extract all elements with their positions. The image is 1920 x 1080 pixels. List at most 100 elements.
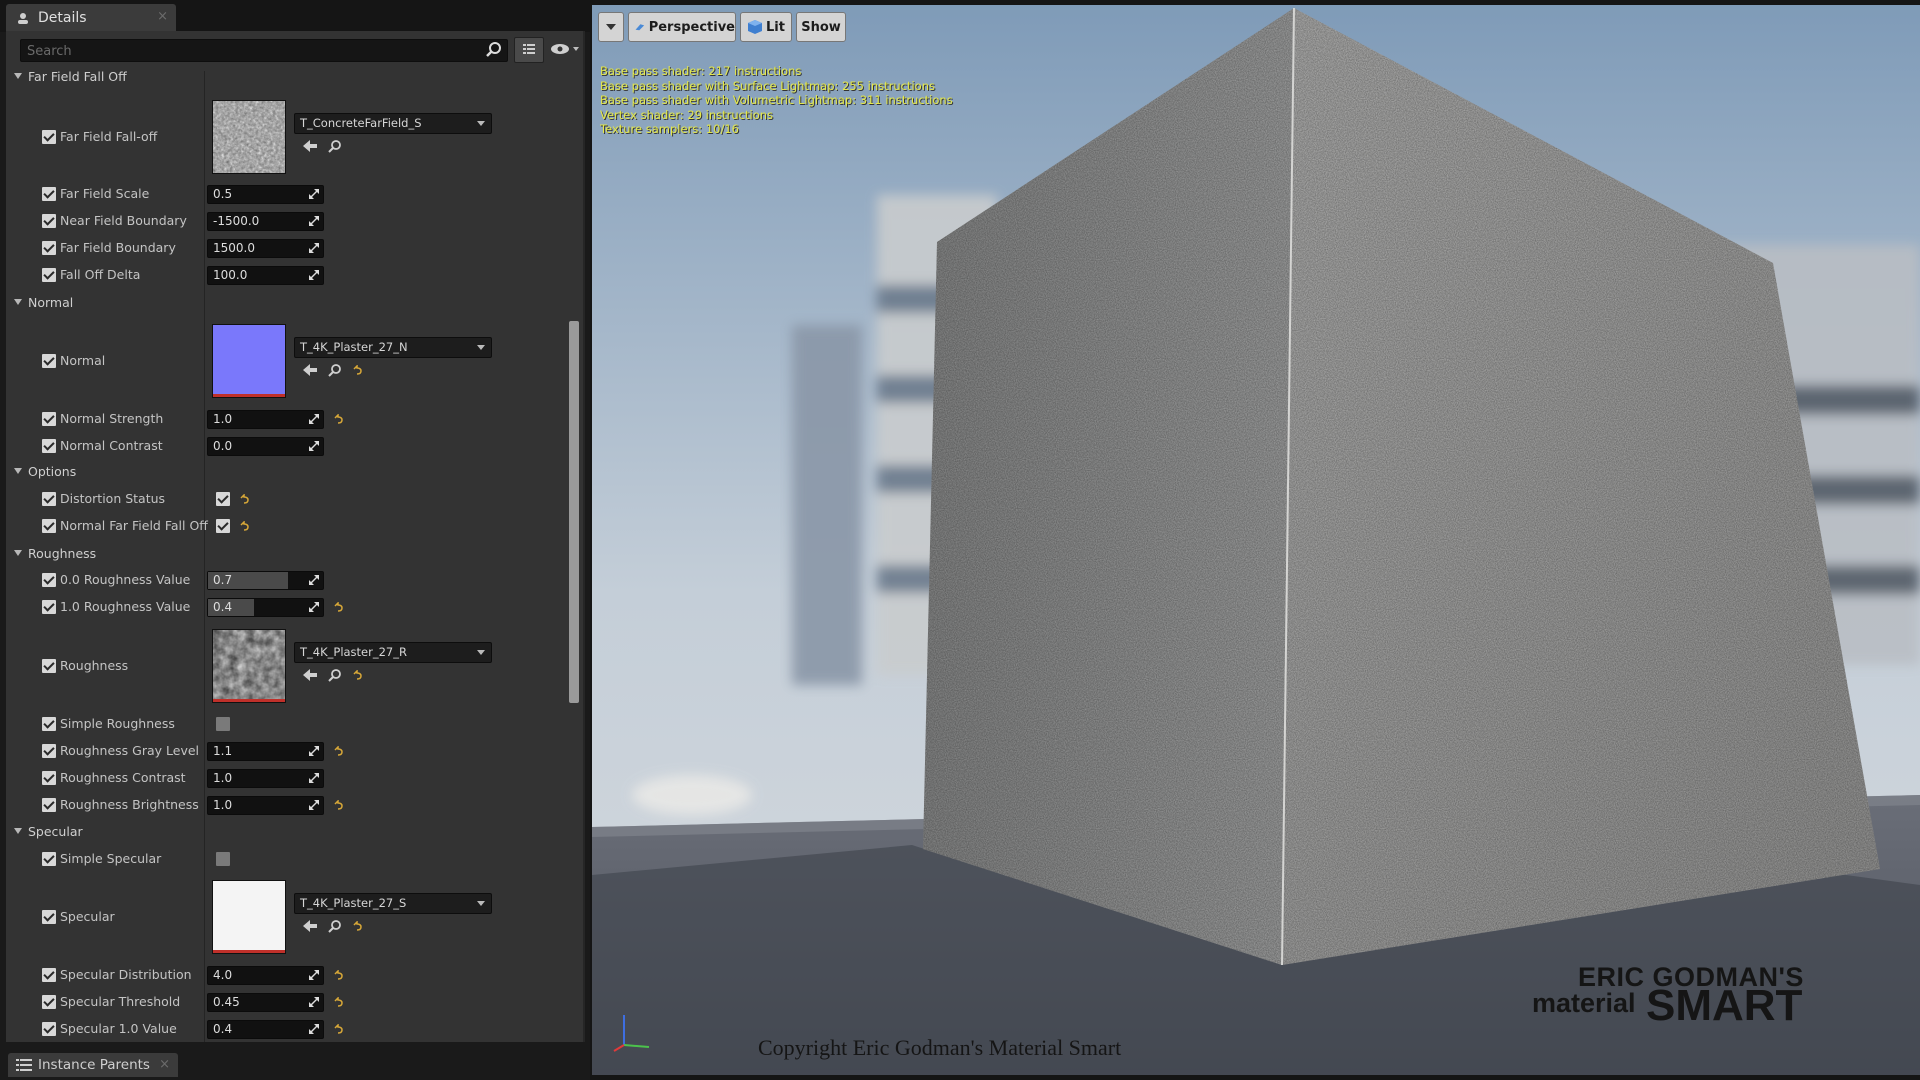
specular-threshold-field[interactable]: 0.45 (207, 993, 324, 1012)
normal-checkbox[interactable] (42, 354, 56, 368)
instance-parents-tab[interactable]: Instance Parents × (8, 1053, 178, 1077)
use-selected-asset-icon[interactable] (303, 140, 317, 152)
far-field-scale-field[interactable]: 0.5 (207, 185, 324, 204)
category-far-field-fall-off[interactable]: Far Field Fall Off (6, 65, 583, 87)
near-field-boundary-checkbox[interactable] (42, 214, 56, 228)
specular-10-value-checkbox[interactable] (42, 1022, 56, 1036)
reset-to-default-icon[interactable] (352, 365, 362, 375)
perspective-icon (635, 24, 645, 31)
normal-strength-checkbox[interactable] (42, 412, 56, 426)
roughness-gray-level-field[interactable]: 1.1 (207, 742, 324, 761)
far-field-boundary-checkbox[interactable] (42, 241, 56, 255)
far-field-boundary-field[interactable]: 1500.0 (207, 239, 324, 258)
reset-to-default-icon[interactable] (333, 746, 343, 756)
reset-to-default-icon[interactable] (352, 921, 362, 931)
far-field-scale-label: Far Field Scale (60, 186, 150, 201)
reset-to-default-icon[interactable] (333, 970, 343, 980)
roughness-checkbox[interactable] (42, 659, 56, 673)
fall-off-delta-field[interactable]: 100.0 (207, 266, 324, 285)
normal-far-field-fall-off-checkbox[interactable] (42, 519, 56, 533)
specular-texture-dropdown[interactable]: T_4K_Plaster_27_S (294, 893, 492, 914)
details-tab[interactable]: Details × (6, 4, 176, 31)
reset-to-default-icon[interactable] (352, 670, 362, 680)
specular-checkbox[interactable] (42, 910, 56, 924)
distortion-status-checkbox[interactable] (42, 492, 56, 506)
distortion-status-value-checkbox[interactable] (216, 492, 230, 506)
category-normal[interactable]: Normal (6, 291, 583, 313)
specular-threshold-checkbox[interactable] (42, 995, 56, 1009)
reset-to-default-icon[interactable] (333, 800, 343, 810)
roughness-brightness-field[interactable]: 1.0 (207, 796, 324, 815)
far-field-scale-checkbox[interactable] (42, 187, 56, 201)
close-tab-icon[interactable]: × (159, 1057, 170, 1072)
roughness-value-10-slider[interactable]: 0.4 (207, 598, 324, 617)
view-options-button[interactable] (514, 37, 544, 63)
roughness-value-10-checkbox[interactable] (42, 600, 56, 614)
lit-button[interactable]: Lit (740, 12, 792, 42)
category-options[interactable]: Options (6, 460, 583, 482)
spin-arrows-icon (309, 414, 319, 424)
roughness-brightness-checkbox[interactable] (42, 798, 56, 812)
near-field-boundary-field[interactable]: -1500.0 (207, 212, 324, 231)
simple-roughness-checkbox[interactable] (42, 717, 56, 731)
browse-asset-icon[interactable] (328, 668, 342, 682)
reset-to-default-icon[interactable] (333, 1024, 343, 1034)
details-scrollbar[interactable] (569, 321, 579, 703)
dropdown-arrow-icon (477, 121, 485, 126)
far-field-texture-thumbnail[interactable] (212, 100, 286, 174)
spin-arrows-icon (309, 602, 319, 612)
reset-to-default-icon[interactable] (239, 494, 249, 504)
search-icon[interactable] (485, 41, 503, 59)
lit-sphere-icon (748, 20, 762, 34)
search-input[interactable] (21, 41, 467, 62)
collapse-arrow-icon (14, 468, 22, 474)
use-selected-asset-icon[interactable] (303, 364, 317, 376)
use-selected-asset-icon[interactable] (303, 920, 317, 932)
viewport-options-button[interactable] (598, 12, 624, 42)
browse-asset-icon[interactable] (328, 363, 342, 377)
normal-texture-dropdown[interactable]: T_4K_Plaster_27_N (294, 337, 492, 358)
normal-contrast-label: Normal Contrast (60, 438, 163, 453)
simple-roughness-value-checkbox[interactable] (216, 717, 230, 731)
roughness-contrast-checkbox[interactable] (42, 771, 56, 785)
browse-asset-icon[interactable] (328, 139, 342, 153)
roughness-value-00-slider[interactable]: 0.7 (207, 571, 324, 590)
category-roughness[interactable]: Roughness (6, 542, 583, 564)
browse-asset-icon[interactable] (328, 919, 342, 933)
show-button[interactable]: Show (796, 12, 846, 42)
far-field-falloff-checkbox[interactable] (42, 130, 56, 144)
reset-to-default-icon[interactable] (333, 414, 343, 424)
specular-distribution-field[interactable]: 4.0 (207, 966, 324, 985)
close-tab-icon[interactable]: × (157, 9, 168, 24)
simple-specular-checkbox[interactable] (42, 852, 56, 866)
roughness-gray-level-checkbox[interactable] (42, 744, 56, 758)
use-selected-asset-icon[interactable] (303, 669, 317, 681)
simple-specular-value-checkbox[interactable] (216, 852, 230, 866)
reset-to-default-icon[interactable] (239, 521, 249, 531)
normal-contrast-field[interactable]: 0.0 (207, 437, 324, 456)
perspective-button[interactable]: Perspective (628, 12, 736, 42)
category-specular[interactable]: Specular (6, 820, 583, 842)
roughness-texture-dropdown[interactable]: T_4K_Plaster_27_R (294, 642, 492, 663)
reset-to-default-icon[interactable] (333, 602, 343, 612)
brand-smart: SMART (1646, 981, 1803, 1030)
normal-strength-label: Normal Strength (60, 411, 164, 426)
roughness-texture-thumbnail[interactable] (212, 629, 286, 703)
reset-to-default-icon[interactable] (333, 997, 343, 1007)
normal-contrast-checkbox[interactable] (42, 439, 56, 453)
roughness-contrast-field[interactable]: 1.0 (207, 769, 324, 788)
fall-off-delta-checkbox[interactable] (42, 268, 56, 282)
specular-10-value-field[interactable]: 0.4 (207, 1020, 324, 1039)
normal-strength-field[interactable]: 1.0 (207, 410, 324, 429)
far-field-texture-dropdown[interactable]: T_ConcreteFarField_S (294, 113, 492, 134)
specular-distribution-checkbox[interactable] (42, 968, 56, 982)
level-viewport[interactable]: Perspective Lit Show Base pass shader: 2… (592, 5, 1920, 1075)
brand-material: material (1532, 988, 1636, 1018)
chevron-down-icon (606, 24, 616, 30)
specular-texture-thumbnail[interactable] (212, 880, 286, 954)
roughness-value-00-checkbox[interactable] (42, 573, 56, 587)
spin-arrows-icon (309, 773, 319, 783)
normal-texture-thumbnail[interactable] (212, 324, 286, 398)
visibility-filter-button[interactable] (548, 37, 583, 61)
normal-far-field-fall-off-value-checkbox[interactable] (216, 519, 230, 533)
